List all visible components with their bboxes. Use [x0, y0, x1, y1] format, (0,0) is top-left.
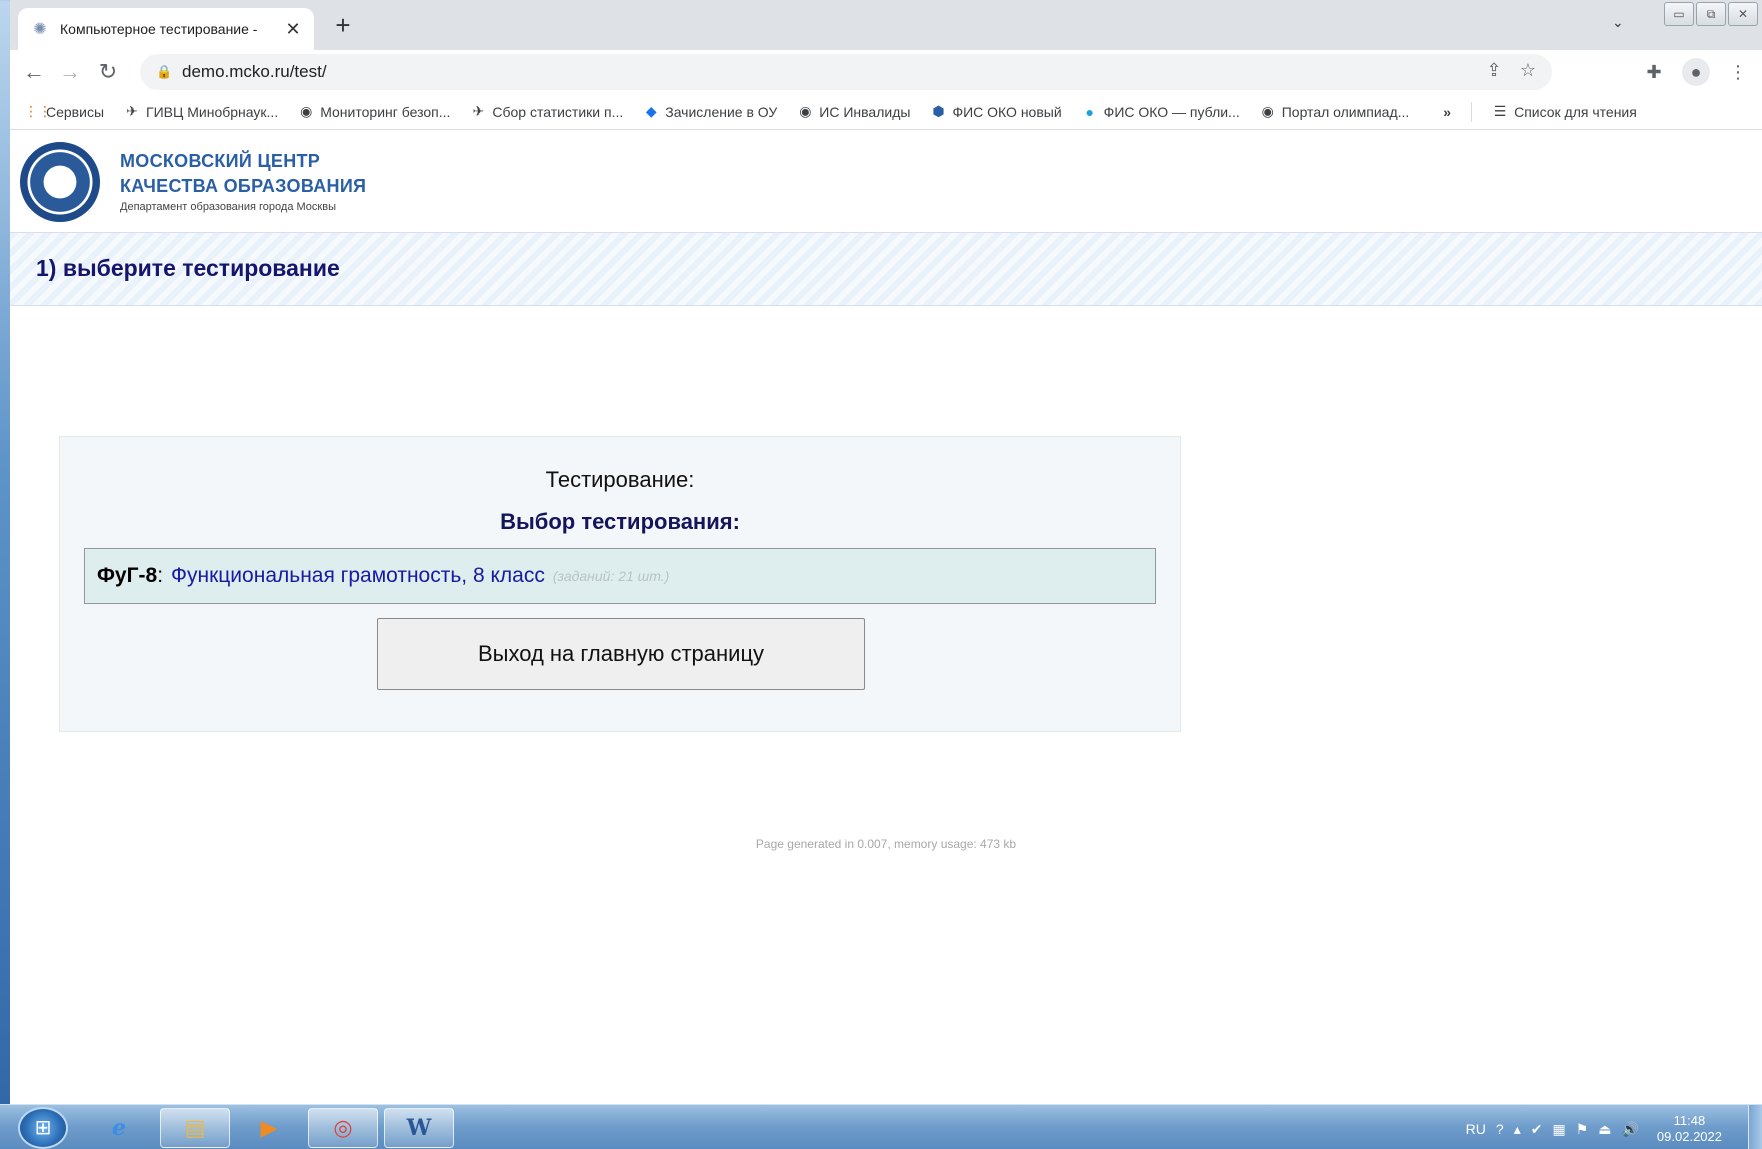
test-code: ФуГ-8 [97, 564, 158, 587]
circle-icon: ● [1085, 103, 1094, 120]
window-controls: ▭ ⧉ ✕ [1664, 2, 1758, 28]
bookmark-label: Мониторинг безоп... [320, 103, 451, 120]
bookmark-label: Портал олимпиад... [1281, 103, 1410, 120]
test-name-link[interactable]: Функциональная грамотность, 8 класс [171, 564, 545, 588]
start-orb-icon[interactable]: ⊞ [18, 1107, 68, 1149]
bookmark-item[interactable]: ● ФИС ОКО — публи... [1082, 103, 1240, 120]
diamond-icon: ◆ [645, 103, 657, 119]
close-tab-icon[interactable]: ✕ [284, 19, 302, 40]
volume-icon[interactable]: 🔊 [1621, 1121, 1638, 1138]
bookmark-label: Сбор статистики п... [492, 103, 624, 120]
system-tray: RU ? ▴ ✔ ▦ ⚑ ⏏ 🔊 11:48 09.02.2022 [1466, 1113, 1722, 1145]
globe-icon: ◉ [799, 103, 812, 119]
bird-icon: ✈ [472, 103, 485, 119]
close-window-button[interactable]: ✕ [1728, 2, 1758, 26]
clock[interactable]: 11:48 09.02.2022 [1657, 1113, 1722, 1145]
extensions-puzzle-icon[interactable]: ✚ [1640, 58, 1668, 86]
tab-title: Компьютерное тестирование - [60, 21, 258, 37]
exit-to-main-button[interactable]: Выход на главную страницу [377, 618, 865, 690]
lock-icon[interactable]: 🔒 [156, 64, 172, 80]
browser-tab[interactable]: ✺ Компьютерное тестирование - ✕ [18, 8, 314, 50]
logo-line2: КАЧЕСТВА ОБРАЗОВАНИЯ [120, 176, 367, 196]
site-logo-text[interactable]: МОСКОВСКИЙ ЦЕНТР КАЧЕСТВА ОБРАЗОВАНИЯ Де… [120, 149, 366, 213]
clock-time: 11:48 [1673, 1113, 1706, 1128]
kebab-menu-icon[interactable]: ⋮ [1724, 58, 1752, 86]
more-bookmarks-button[interactable]: » [1443, 104, 1451, 120]
maximize-button[interactable]: ⧉ [1696, 2, 1726, 26]
bookmark-label: ГИВЦ Минобрнаук... [146, 103, 279, 120]
profile-avatar-icon[interactable]: ● [1682, 58, 1710, 86]
browser-toolbar: ← → ↻ 🔒 ⇪ ☆ ✚ ● ⋮ [10, 50, 1762, 94]
address-input[interactable] [182, 62, 1382, 82]
minimize-button[interactable]: ▭ [1664, 2, 1694, 26]
bookmark-label: ФИС ОКО новый [952, 103, 1062, 120]
tab-search-dropdown-icon[interactable]: ⌄ [1612, 14, 1624, 31]
back-button[interactable]: ← [20, 58, 48, 86]
panel-heading: Выбор тестирования: [500, 509, 740, 534]
share-icon[interactable]: ⇪ [1482, 60, 1506, 81]
bookmark-item[interactable]: ◉ Мониторинг безоп... [298, 103, 450, 120]
logo-subtitle: Департамент образования города Москвы [120, 201, 336, 213]
shield-icon: ⬢ [932, 103, 945, 119]
bookmark-item[interactable]: ⬢ ФИС ОКО новый [930, 103, 1061, 120]
bookmark-label: Сервисы [46, 103, 105, 120]
globe-icon: ◉ [1261, 103, 1274, 119]
step-title: 1) выберите тестирование [36, 255, 340, 281]
browser-window: ✺ Компьютерное тестирование - ✕ + ⌄ ▭ ⧉ … [10, 0, 1762, 1104]
flag-icon[interactable]: ⚑ [1576, 1121, 1589, 1138]
bookmark-item[interactable]: ✈ ГИВЦ Минобрнаук... [124, 103, 278, 120]
bookmarks-bar: ⋮⋮ Сервисы ✈ ГИВЦ Минобрнаук... ◉ Монито… [10, 94, 1762, 130]
bookmark-star-icon[interactable]: ☆ [1516, 60, 1540, 81]
remove-hardware-icon[interactable]: ⏏ [1598, 1121, 1611, 1138]
tray-expand-icon[interactable]: ▴ [1514, 1121, 1521, 1138]
test-option[interactable]: ФуГ-8 : Функциональная грамотность, 8 кл… [84, 548, 1156, 604]
page-generated-note: Page generated in 0.007, memory usage: 4… [755, 837, 1017, 851]
reading-list-label: Список для чтения [1514, 103, 1637, 120]
test-colon: : [157, 564, 164, 587]
panel-label: Тестирование: [545, 467, 695, 492]
internet-explorer-icon[interactable]: e [84, 1108, 154, 1148]
antivirus-icon[interactable]: ✔ [1531, 1121, 1543, 1138]
chrome-icon[interactable]: ◎ [308, 1108, 378, 1148]
test-task-count: (заданий: 21 шт.) [552, 568, 670, 584]
bookmark-item[interactable]: ⋮⋮ Сервисы [24, 103, 104, 120]
word-icon[interactable]: W [384, 1108, 454, 1148]
test-selection-panel: Тестирование: Выбор тестирования: ФуГ-8 … [59, 436, 1181, 732]
reading-list-button[interactable]: ☰ Список для чтения [1492, 103, 1637, 120]
file-explorer-icon[interactable]: ▤ [160, 1108, 230, 1148]
page-content: МОСКОВСКИЙ ЦЕНТР КАЧЕСТВА ОБРАЗОВАНИЯ Де… [10, 131, 1762, 1104]
show-desktop-button[interactable] [1748, 1105, 1762, 1149]
bookmark-item[interactable]: ◉ Портал олимпиад... [1260, 103, 1410, 120]
reading-list-icon: ☰ [1493, 103, 1507, 119]
language-indicator[interactable]: RU [1466, 1121, 1486, 1137]
step-bar: 1) выберите тестирование [10, 232, 1762, 306]
address-bar[interactable]: 🔒 ⇪ ☆ [140, 54, 1552, 90]
bird-icon: ✈ [126, 103, 138, 119]
tab-strip: ✺ Компьютерное тестирование - ✕ + ⌄ ▭ ⧉ … [10, 0, 1762, 50]
help-icon[interactable]: ? [1496, 1121, 1504, 1137]
reload-button[interactable]: ↻ [94, 58, 122, 86]
logo-line1: МОСКОВСКИЙ ЦЕНТР [120, 151, 321, 171]
forward-button[interactable]: → [56, 58, 84, 86]
windows-taskbar: ⊞ e ▤ ▶ ◎ W RU ? ▴ ✔ ▦ ⚑ ⏏ 🔊 11:48 09.02… [0, 1104, 1762, 1149]
apps-grid-icon: ⋮⋮ [24, 103, 52, 119]
site-header: МОСКОВСКИЙ ЦЕНТР КАЧЕСТВА ОБРАЗОВАНИЯ Де… [10, 131, 1762, 231]
bookmark-item[interactable]: ◆ Зачисление в ОУ [643, 103, 777, 120]
bookmark-label: ИС Инвалиды [819, 103, 911, 120]
clock-date: 09.02.2022 [1656, 1129, 1722, 1144]
network-icon[interactable]: ▦ [1552, 1121, 1565, 1138]
bookmarks-divider [1471, 101, 1473, 122]
bookmark-label: Зачисление в ОУ [665, 103, 778, 120]
mcko-logo-seal-icon[interactable] [20, 142, 100, 222]
bookmark-item[interactable]: ◉ ИС Инвалиды [797, 103, 910, 120]
mcko-favicon-icon: ✺ [33, 21, 47, 38]
globe-icon: ◉ [300, 103, 313, 119]
media-player-icon[interactable]: ▶ [234, 1108, 304, 1148]
new-tab-button[interactable]: + [328, 10, 358, 40]
bookmark-item[interactable]: ✈ Сбор статистики п... [470, 103, 624, 120]
bookmark-label: ФИС ОКО — публи... [1103, 103, 1240, 120]
